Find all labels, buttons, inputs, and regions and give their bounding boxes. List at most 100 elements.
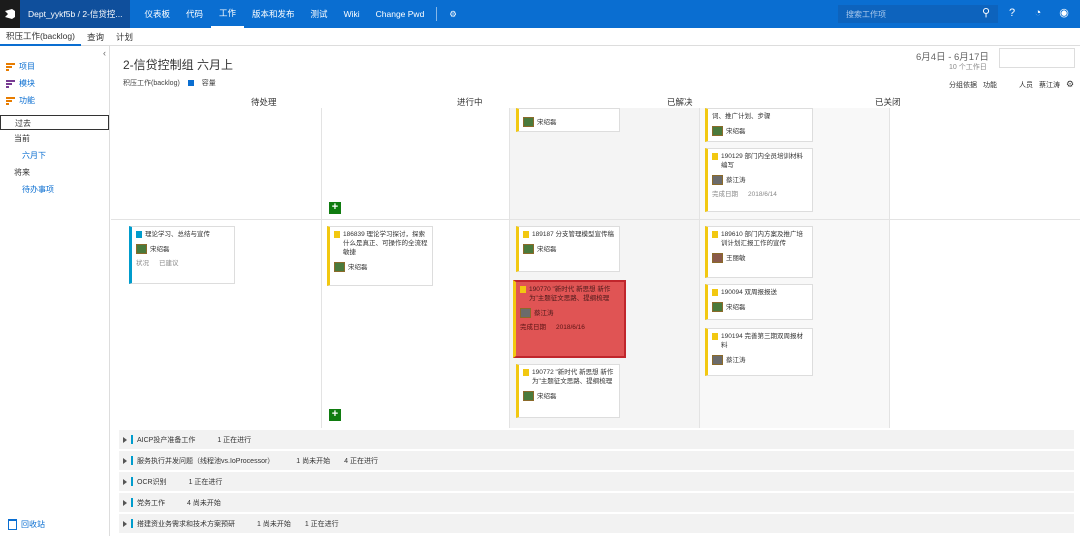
card-date-label: 完成日期: [712, 191, 738, 198]
column-header-todo: 待处理: [251, 97, 277, 107]
card-assignee: 宋绍磊: [537, 245, 557, 253]
avatar: [712, 355, 723, 365]
iteration-past[interactable]: 过去: [0, 115, 109, 130]
swimlane-title: 服务执行并发问题（线程池vs.IoProcessor）: [137, 457, 275, 465]
nav-test[interactable]: 测试: [303, 0, 336, 28]
group-by-label: 分组依据: [949, 81, 977, 89]
sidebar: ‹ 项目 模块 功能 过去 当前 六月下 将来 待办事项 回收站: [0, 46, 110, 536]
board-settings-gear-icon[interactable]: ⚙: [1066, 79, 1074, 90]
backlog-icon: [6, 96, 15, 105]
recycle-bin-label: 回收站: [21, 520, 45, 529]
add-task-button[interactable]: +: [329, 409, 341, 421]
recycle-bin-link[interactable]: 回收站: [8, 519, 45, 530]
collapse-chevron-icon[interactable]: ‹: [103, 48, 106, 58]
feature-color-bar: [131, 477, 133, 486]
tab-backlog[interactable]: 积压工作(backlog): [0, 28, 81, 46]
sidebar-item-features[interactable]: 功能: [0, 92, 109, 109]
card-title: 190772 "新时代 新思想 新作为"主题征文思路、提纲梳理: [532, 369, 614, 385]
sprint-burndown-box[interactable]: [999, 48, 1075, 68]
crumb-backlog[interactable]: 积压工作(backlog): [123, 78, 180, 88]
expand-triangle-icon[interactable]: [123, 478, 127, 485]
crumb-capacity[interactable]: 容量: [202, 78, 216, 88]
card-title: 词、推广计划、步骤: [712, 113, 771, 120]
sprint-date-range: 6月4日 - 6月17日: [916, 52, 989, 63]
avatar: [520, 308, 531, 318]
board-main: 2-信贷控制组 六月上 积压工作(backlog) 容量 6月4日 - 6月17…: [111, 46, 1080, 536]
avatar: [712, 175, 723, 185]
person-filter-value[interactable]: 蔡江涛: [1039, 80, 1060, 90]
task-card[interactable]: 190772 "新时代 新思想 新作为"主题征文思路、提纲梳理 宋绍磊: [516, 364, 620, 418]
nav-change-pwd[interactable]: Change Pwd: [368, 0, 433, 28]
sidebar-item-epics[interactable]: 项目: [0, 58, 109, 75]
swimlane-row[interactable]: 搭建资业务需求和技术方案预研 1 尚未开始 1 正在进行: [119, 514, 1074, 534]
group-by-value[interactable]: 功能: [983, 80, 997, 90]
avatar: [712, 302, 723, 312]
sidebar-label: 模块: [19, 79, 35, 88]
iteration-future: 将来: [14, 168, 30, 177]
task-card[interactable]: 190094 双周报报送 宋绍磊: [705, 284, 813, 320]
card-state-label: 状况: [136, 260, 149, 267]
sidebar-item-modules[interactable]: 模块: [0, 75, 109, 92]
tab-plans[interactable]: 计划: [110, 28, 139, 46]
user-avatar-icon[interactable]: ◉: [1058, 6, 1070, 20]
expand-triangle-icon[interactable]: [123, 436, 127, 443]
task-card-highlighted[interactable]: 190770 "新时代 新思想 新作为"主题征文思路、提纲梳理 蔡江涛 完成日期…: [513, 280, 626, 358]
add-task-button[interactable]: +: [329, 202, 341, 214]
task-card[interactable]: 189187 分支管理模型宣传稿 宋绍磊: [516, 226, 620, 272]
notification-icon[interactable]: ◔: [1032, 6, 1044, 20]
nav-wiki[interactable]: Wiki: [336, 0, 368, 28]
swimlane-row[interactable]: AICP投产准备工作 1 正在进行: [119, 430, 1074, 450]
task-card[interactable]: 186839 理论学习探讨，探索什么是真正、可操作的全流程敏捷 宋绍磊: [327, 226, 433, 286]
expand-triangle-icon[interactable]: [123, 520, 127, 527]
swimlane-title: OCR识别: [137, 478, 167, 486]
nav-release[interactable]: 版本和发布: [244, 0, 303, 28]
task-icon: [712, 153, 718, 160]
feature-icon: [136, 231, 142, 238]
task-card[interactable]: 词、推广计划、步骤 宋绍磊: [705, 108, 813, 142]
swimlane-row[interactable]: OCR识别 1 正在进行: [119, 472, 1074, 492]
search-icon[interactable]: ⚲: [980, 6, 992, 20]
card-assignee: 宋绍磊: [348, 263, 368, 271]
card-date-label: 完成日期: [520, 324, 546, 331]
task-card[interactable]: 190194 完善第三期双周报材料 蔡江涛: [705, 328, 813, 376]
card-assignee: 宋绍磊: [726, 303, 746, 311]
board-view-icon[interactable]: [187, 80, 194, 86]
task-card[interactable]: 189610 部门内方案及推广培训计划汇报工作的宣传 王丽敏: [705, 226, 813, 278]
task-card[interactable]: 190129 部门内全员培训材料编写 蔡江涛 完成日期 2018/6/14: [705, 148, 813, 212]
sidebar-label: 功能: [19, 96, 35, 105]
task-icon: [523, 369, 529, 376]
task-icon: [523, 231, 529, 238]
task-card[interactable]: 宋绍磊: [516, 108, 620, 132]
card-title: 189610 部门内方案及推广培训计划汇报工作的宣传: [721, 231, 803, 247]
backlog-icon: [6, 62, 15, 71]
page-title: 2-信贷控制组 六月上: [123, 58, 234, 72]
swimlane-count: 1 正在进行: [188, 478, 223, 486]
tab-queries[interactable]: 查询: [81, 28, 110, 46]
nav-work[interactable]: 工作: [211, 0, 245, 28]
column-divider: [509, 108, 510, 428]
help-icon[interactable]: ?: [1006, 6, 1018, 20]
avatar: [334, 262, 345, 272]
feature-card[interactable]: 理论学习、总结与宣传 宋绍磊 状况 已建议: [129, 226, 235, 284]
project-selector[interactable]: Dept_yykf5b / 2-信贷控...: [20, 0, 131, 28]
swimlane-row[interactable]: 服务执行并发问题（线程池vs.IoProcessor） 1 尚未开始 4 正在进…: [119, 451, 1074, 471]
work-item-search-input[interactable]: 搜索工作项: [838, 5, 998, 23]
expand-triangle-icon[interactable]: [123, 457, 127, 464]
backlog-icon: [6, 79, 15, 88]
swimlane-count: 1 尚未开始: [296, 457, 331, 465]
iteration-backlog[interactable]: 待办事项: [0, 181, 109, 198]
column-divider: [699, 108, 700, 428]
swimlane-row[interactable]: 党务工作 4 尚未开始: [119, 493, 1074, 513]
nav-code[interactable]: 代码: [178, 0, 211, 28]
avatar: [523, 244, 534, 254]
nav-dashboard[interactable]: 仪表板: [136, 0, 178, 28]
nav-right-icons: ⚲ ? ◔ ◉: [980, 6, 1070, 20]
card-date: 2018/6/16: [556, 324, 585, 331]
settings-gear-icon[interactable]: ⚙: [441, 0, 465, 28]
expand-triangle-icon[interactable]: [123, 499, 127, 506]
card-assignee: 宋绍磊: [726, 127, 746, 135]
vsts-logo-icon[interactable]: [0, 0, 20, 28]
avatar: [523, 391, 534, 401]
iteration-june-late[interactable]: 六月下: [0, 147, 109, 164]
card-title: 理论学习、总结与宣传: [145, 231, 210, 238]
